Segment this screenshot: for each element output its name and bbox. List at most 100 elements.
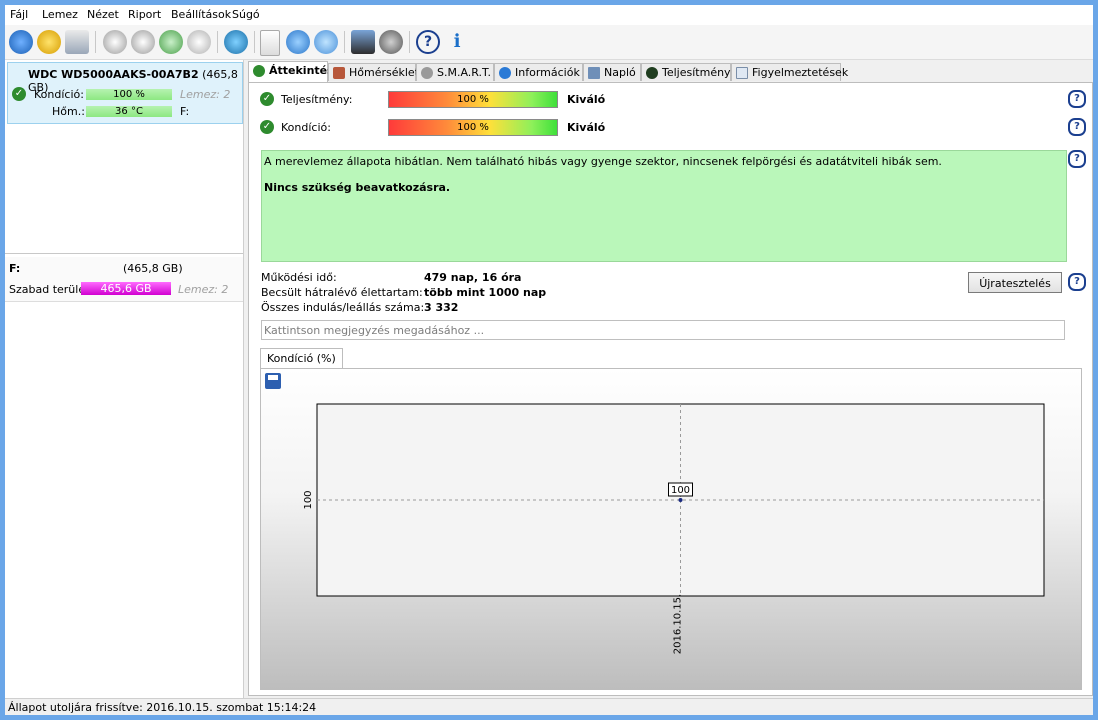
temperature-bar: 36 °C bbox=[86, 106, 172, 117]
condition-bar: 100 % bbox=[86, 89, 172, 100]
drive-letter-label: F: bbox=[180, 105, 190, 118]
menu-bar: Fájl Lemez Nézet Riport Beállítások Súgó bbox=[5, 5, 1093, 26]
performance-rating: Kiváló bbox=[567, 93, 606, 106]
note-input[interactable]: Kattintson megjegyzés megadásához ... bbox=[261, 320, 1065, 340]
tab-bar: Áttekintés Hőmérséklet S.M.A.R.T. Inform… bbox=[246, 61, 1093, 83]
satellite-green-icon[interactable] bbox=[159, 30, 183, 54]
tab-performance[interactable]: Teljesítmény bbox=[641, 63, 731, 81]
tab-label: Figyelmeztetések bbox=[752, 66, 849, 79]
help-icon[interactable]: ? bbox=[1068, 273, 1086, 291]
status-text: A merevlemez állapota hibátlan. Nem talá… bbox=[264, 155, 942, 168]
start-stop-label: Összes indulás/leállás száma: bbox=[261, 301, 425, 314]
toolbar-separator bbox=[409, 31, 410, 53]
info-icon bbox=[499, 67, 511, 79]
tab-label: Információk bbox=[515, 66, 580, 79]
temperature-label: Hőm.: bbox=[52, 105, 85, 118]
action-text: Nincs szükség beavatkozásra. bbox=[264, 181, 451, 194]
tab-label: Teljesítmény bbox=[662, 66, 731, 79]
menu-disk[interactable]: Lemez bbox=[42, 8, 78, 21]
start-stop-value: 3 332 bbox=[424, 301, 459, 314]
toolbar: ? ℹ bbox=[5, 25, 1093, 60]
smart-icon bbox=[421, 67, 433, 79]
details-panel: Áttekintés Hőmérséklet S.M.A.R.T. Inform… bbox=[246, 60, 1093, 698]
tab-alerts[interactable]: Figyelmeztetések bbox=[731, 63, 848, 81]
overview-page: ✓ Teljesítmény: 100 % Kiváló ? ✓ Kondíci… bbox=[248, 82, 1093, 696]
toolbar-separator bbox=[217, 31, 218, 53]
toolbar-separator bbox=[95, 31, 96, 53]
free-space-label: Szabad terület bbox=[9, 283, 90, 296]
volume-item[interactable]: F: (465,8 GB) Szabad terület 465,6 GB Le… bbox=[5, 257, 243, 302]
power-on-value: 479 nap, 16 óra bbox=[424, 271, 522, 284]
retest-button[interactable]: Újratesztelés bbox=[968, 272, 1062, 293]
condition-label: Kondíció: bbox=[34, 88, 84, 101]
volume-size: (465,8 GB) bbox=[123, 262, 183, 275]
check-icon: ✓ bbox=[12, 87, 26, 101]
menu-report[interactable]: Riport bbox=[128, 8, 161, 21]
settings-icon[interactable] bbox=[379, 30, 403, 54]
menu-file[interactable]: Fájl bbox=[10, 8, 28, 21]
tab-smart[interactable]: S.M.A.R.T. bbox=[416, 63, 494, 81]
network-icon[interactable] bbox=[314, 30, 338, 54]
tab-label: Hőmérséklet bbox=[349, 66, 420, 79]
log-icon bbox=[588, 67, 600, 79]
report-icon[interactable] bbox=[260, 30, 280, 56]
warning-disk-icon[interactable] bbox=[37, 30, 61, 54]
help-icon[interactable]: ? bbox=[1068, 118, 1086, 136]
menu-help[interactable]: Súgó bbox=[232, 8, 260, 21]
help-icon[interactable]: ? bbox=[1068, 90, 1086, 108]
tab-overview[interactable]: Áttekintés bbox=[248, 61, 334, 83]
performance-label: Teljesítmény: bbox=[281, 93, 353, 106]
alert-page-icon bbox=[736, 67, 748, 79]
data-label: 100 bbox=[671, 485, 690, 496]
x-tick-label: 2016.10.15. bbox=[673, 594, 684, 654]
satellite-icon[interactable] bbox=[103, 30, 127, 54]
disk-index-label: Lemez: 2 bbox=[180, 88, 231, 101]
check-icon: ✓ bbox=[260, 120, 274, 134]
lifetime-label: Becsült hátralévő élettartam: bbox=[261, 286, 423, 299]
chart-tab-condition[interactable]: Kondíció (%) bbox=[260, 348, 343, 369]
tab-information[interactable]: Információk bbox=[494, 63, 583, 81]
chart-frame: 100 100 2016.10.15. bbox=[260, 368, 1082, 690]
globe-icon[interactable] bbox=[224, 30, 248, 54]
condition-bar: 100 % bbox=[388, 119, 558, 136]
condition-rating: Kiváló bbox=[567, 121, 606, 134]
satellite-settings-icon[interactable] bbox=[131, 30, 155, 54]
disk-model: WDC WD5000AAKS-00A7B2 bbox=[28, 68, 199, 81]
satellite-off-icon[interactable] bbox=[187, 30, 211, 54]
refresh-icon[interactable] bbox=[9, 30, 33, 54]
tab-log[interactable]: Napló bbox=[583, 63, 641, 81]
volume-disk-label: Lemez: 2 bbox=[178, 283, 229, 296]
tab-temperature[interactable]: Hőmérséklet bbox=[328, 63, 420, 81]
disk-drive-icon[interactable] bbox=[65, 30, 89, 54]
lifetime-value: több mint 1000 nap bbox=[424, 286, 547, 299]
info-icon[interactable]: ℹ bbox=[445, 30, 469, 54]
condition-chart: 100 100 2016.10.15. bbox=[303, 403, 1045, 654]
gauge-icon bbox=[646, 67, 658, 79]
condition-label: Kondíció: bbox=[281, 121, 331, 134]
tab-label: Áttekintés bbox=[269, 64, 334, 77]
thermometer-icon bbox=[333, 67, 345, 79]
sync-icon[interactable] bbox=[286, 30, 310, 54]
free-space-bar: 465,6 GB bbox=[81, 282, 171, 295]
power-on-label: Működési idő: bbox=[261, 271, 337, 284]
disk-item[interactable]: WDC WD5000AAKS-00A7B2 (465,8 GB) ✓ Kondí… bbox=[7, 62, 243, 124]
panel-divider[interactable] bbox=[5, 253, 243, 254]
performance-bar: 100 % bbox=[388, 91, 558, 108]
tab-label: Napló bbox=[604, 66, 636, 79]
data-point bbox=[678, 498, 683, 502]
volume-letter: F: bbox=[9, 262, 21, 275]
menu-settings[interactable]: Beállítások bbox=[171, 8, 231, 21]
app-window: Fájl Lemez Nézet Riport Beállítások Súgó… bbox=[0, 0, 1098, 720]
status-bar: Állapot utoljára frissítve: 2016.10.15. … bbox=[5, 698, 1093, 715]
toolbar-separator bbox=[254, 31, 255, 53]
check-icon: ✓ bbox=[260, 92, 274, 106]
disk-list-panel: WDC WD5000AAKS-00A7B2 (465,8 GB) ✓ Kondí… bbox=[5, 60, 244, 698]
tab-label: S.M.A.R.T. bbox=[437, 66, 491, 79]
check-icon bbox=[253, 65, 265, 77]
toolbar-separator bbox=[344, 31, 345, 53]
menu-view[interactable]: Nézet bbox=[87, 8, 119, 21]
help-icon[interactable]: ? bbox=[416, 30, 440, 54]
monitor-icon[interactable] bbox=[351, 30, 375, 54]
help-icon[interactable]: ? bbox=[1068, 150, 1086, 168]
y-tick-label: 100 bbox=[303, 490, 314, 509]
